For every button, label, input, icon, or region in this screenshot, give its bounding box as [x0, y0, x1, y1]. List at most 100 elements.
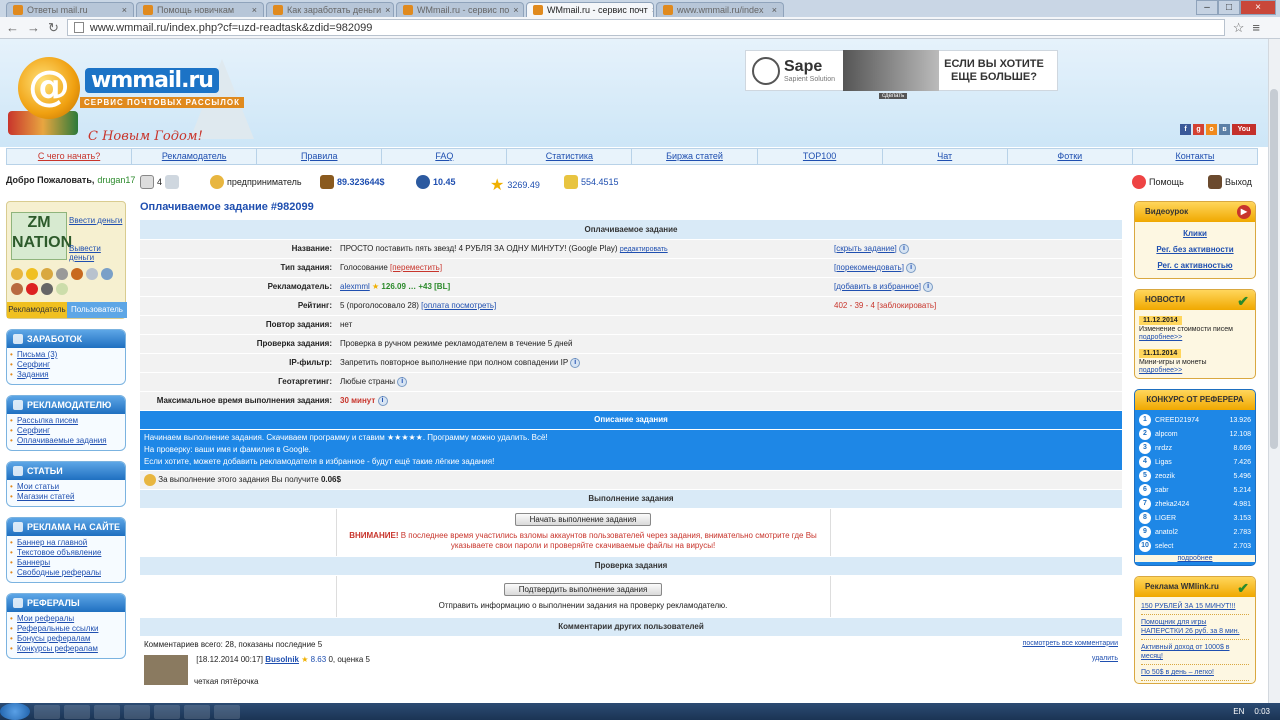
- bookmark-star-icon[interactable]: ☆: [1233, 20, 1245, 36]
- refresh-icon[interactable]: [165, 175, 180, 189]
- confirm-task-button[interactable]: Подтвердить выполнение задания: [503, 582, 663, 596]
- tab-advertiser[interactable]: Рекламодатель: [7, 302, 67, 318]
- taskbar-app-media-icon[interactable]: [94, 704, 120, 719]
- sidebar-item[interactable]: Баннеры: [10, 558, 121, 568]
- ad-banner[interactable]: Sape Sapient Solution сделать ЕСЛИ ВЫ ХО…: [745, 50, 1058, 99]
- close-tab-icon[interactable]: ×: [652, 5, 653, 15]
- browser-tab[interactable]: Как заработать деньги ×: [266, 2, 394, 17]
- withdraw-link[interactable]: Вывести деньги: [69, 244, 125, 262]
- sidebar-item[interactable]: Мои рефералы: [10, 614, 121, 624]
- play-icon[interactable]: ▶: [1237, 205, 1251, 219]
- facebook-icon[interactable]: f: [1180, 124, 1191, 135]
- ad-link[interactable]: Активный доход от 1000$ в месяц!: [1141, 640, 1249, 665]
- google-plus-icon[interactable]: g: [1193, 124, 1204, 135]
- url-input[interactable]: www.wmmail.ru/index.php?cf=uzd-readtask&…: [66, 19, 1225, 36]
- youtube-icon[interactable]: You: [1232, 124, 1256, 135]
- page-scrollbar[interactable]: [1268, 39, 1280, 703]
- news-more-link[interactable]: подробнее>>: [1139, 334, 1251, 341]
- logo-at-icon[interactable]: @: [18, 57, 80, 119]
- menu-item-faq[interactable]: FAQ: [381, 149, 506, 164]
- close-tab-icon[interactable]: ×: [772, 5, 777, 15]
- medal-icon[interactable]: [41, 268, 53, 280]
- contest-more-link[interactable]: подробнее: [1135, 555, 1255, 562]
- taskbar-app-recorder-icon[interactable]: [214, 704, 240, 719]
- vk-icon[interactable]: в: [1219, 124, 1230, 135]
- window-close-icon[interactable]: ×: [1240, 0, 1276, 15]
- sidebar-item[interactable]: Конкурсы рефералам: [10, 644, 121, 654]
- add-favorite-link[interactable]: [добавить в избранное]: [834, 282, 921, 291]
- recommend-link[interactable]: [порекомендовать]: [834, 263, 904, 272]
- close-tab-icon[interactable]: ×: [252, 5, 257, 15]
- video-link-reg-no-activity[interactable]: Рег. без активности: [1139, 242, 1251, 258]
- sidebar-item[interactable]: Реферальные ссылки: [10, 624, 121, 634]
- move-link[interactable]: [переместить]: [390, 263, 442, 272]
- balance-indicator[interactable]: 89.323644$: [320, 175, 385, 189]
- pencil-icon[interactable]: [56, 268, 68, 280]
- taskbar-app-ie-icon[interactable]: [34, 704, 60, 719]
- back-icon[interactable]: ←: [6, 20, 19, 35]
- sidebar-item[interactable]: Серфинг: [10, 426, 121, 436]
- sidebar-item[interactable]: Магазин статей: [10, 492, 121, 502]
- taskbar-app-explorer-icon[interactable]: [64, 704, 90, 719]
- mail-indicator[interactable]: 4: [140, 175, 180, 189]
- block-stats[interactable]: 402 - 39 - 4 [заблокировать]: [834, 301, 936, 310]
- menu-item-top100[interactable]: TOP100: [756, 149, 882, 164]
- person-icon[interactable]: [11, 283, 23, 295]
- sidebar-item[interactable]: Мои статьи: [10, 482, 121, 492]
- ad-link[interactable]: 150 РУБЛЕЙ ЗА 15 МИНУТ!!!: [1141, 599, 1249, 615]
- wand-icon[interactable]: [41, 283, 53, 295]
- start-button[interactable]: [0, 703, 30, 720]
- hide-task-link[interactable]: [скрыть задание]: [834, 244, 897, 253]
- minimize-icon[interactable]: –: [1196, 0, 1218, 15]
- taskbar-app-skype-icon[interactable]: [184, 704, 210, 719]
- clock[interactable]: 0:03: [1254, 707, 1270, 716]
- exit-link[interactable]: Выход: [1208, 175, 1252, 189]
- maximize-icon[interactable]: □: [1218, 0, 1240, 15]
- menu-item-advertiser[interactable]: Рекламодатель: [131, 149, 256, 164]
- odnoklassniki-icon[interactable]: o: [1206, 124, 1217, 135]
- sidebar-item[interactable]: Баннер на главной: [10, 538, 121, 548]
- sidebar-item[interactable]: Серфинг: [10, 360, 121, 370]
- stars-indicator[interactable]: ★ 3269.49: [490, 175, 540, 195]
- heart-icon[interactable]: [26, 283, 38, 295]
- all-comments-link[interactable]: посмотреть все комментарии: [1023, 640, 1118, 647]
- menu-item-chat[interactable]: Чат: [881, 149, 1007, 164]
- medal-icon[interactable]: [11, 268, 23, 280]
- info-icon[interactable]: i: [899, 243, 910, 254]
- browser-tab[interactable]: www.wmmail.ru/index ×: [656, 2, 784, 17]
- menu-item-start[interactable]: С чего начать?: [7, 149, 131, 164]
- delete-comment-link[interactable]: удалить: [1092, 655, 1118, 662]
- sidebar-item[interactable]: Бонусы рефералам: [10, 634, 121, 644]
- box-icon[interactable]: [71, 268, 83, 280]
- info-icon[interactable]: i: [570, 357, 581, 368]
- deposit-link[interactable]: Ввести деньги: [69, 216, 122, 225]
- menu-item-articles[interactable]: Биржа статей: [631, 149, 756, 164]
- rating-indicator[interactable]: 10.45: [416, 175, 456, 189]
- rabbit-icon[interactable]: [56, 283, 68, 295]
- wrench-icon[interactable]: ≡: [1252, 20, 1260, 35]
- sidebar-item[interactable]: Свободные рефералы: [10, 568, 121, 578]
- sidebar-item[interactable]: Письма (3): [10, 350, 121, 360]
- menu-item-photos[interactable]: Фотки: [1006, 149, 1132, 164]
- percent-icon[interactable]: [101, 268, 113, 280]
- reload-icon[interactable]: ↻: [48, 20, 59, 36]
- start-task-button[interactable]: Начать выполнение задания: [514, 513, 652, 526]
- edit-link[interactable]: редактировать: [620, 246, 668, 253]
- video-link-reg-activity[interactable]: Рег. с активностью: [1139, 258, 1251, 274]
- taskbar-app-firefox-icon[interactable]: [154, 704, 180, 719]
- forward-icon[interactable]: →: [27, 20, 40, 35]
- sidebar-item[interactable]: Задания: [10, 370, 121, 380]
- video-link-clicks[interactable]: Клики: [1139, 226, 1251, 242]
- news-more-link[interactable]: подробнее>>: [1139, 367, 1251, 374]
- rating-details-link[interactable]: [оплата посмотреть]: [421, 301, 496, 310]
- zm-nation-logo[interactable]: ZM NATION: [11, 212, 72, 260]
- ad-link[interactable]: По 50$ в день – легко!: [1141, 665, 1249, 681]
- menu-item-rules[interactable]: Правила: [256, 149, 381, 164]
- info-icon[interactable]: i: [397, 376, 408, 387]
- ad-link[interactable]: Помощник для игры НАПЕРСТКИ 26 руб. за 8…: [1141, 615, 1249, 640]
- username[interactable]: drugan17: [97, 175, 135, 185]
- taskbar-app-chrome-icon[interactable]: [124, 704, 150, 719]
- browser-tab[interactable]: WMmail.ru - сервис по ×: [396, 2, 524, 17]
- sidebar-item[interactable]: Оплачиваемые задания: [10, 436, 121, 446]
- sidebar-item[interactable]: Текстовое объявление: [10, 548, 121, 558]
